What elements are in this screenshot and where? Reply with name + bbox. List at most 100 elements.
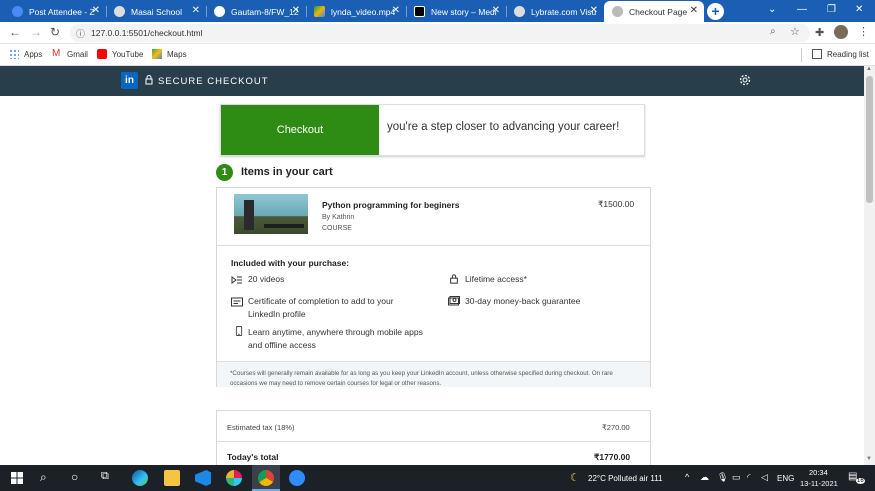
close-window-icon[interactable]: ✕: [855, 4, 863, 15]
chrome-taskbar-button[interactable]: [252, 465, 280, 491]
youtube-icon: [97, 49, 107, 59]
minimize-icon[interactable]: —: [797, 4, 807, 15]
cart-section-title: Items in your cart: [241, 166, 333, 178]
vscode-icon[interactable]: [195, 470, 211, 486]
close-tab-icon[interactable]: ✕: [492, 5, 500, 16]
tab-masai-school[interactable]: Masai School ✕: [106, 1, 206, 22]
tab-search-icon[interactable]: ⌄: [768, 4, 776, 15]
windows-start-icon[interactable]: [9, 470, 25, 486]
bookmark-maps[interactable]: Maps: [152, 49, 187, 59]
back-icon[interactable]: ←: [9, 25, 21, 39]
address-bar-row: ← → ↻ ⓘ 127.0.0.1:5501/checkout.html ⌕ ☆…: [0, 22, 875, 44]
language-indicator[interactable]: ENG: [777, 474, 794, 483]
tab-label: New story – Medi: [431, 6, 497, 17]
clock-time[interactable]: 20:34: [809, 468, 828, 477]
edge-icon[interactable]: [132, 470, 148, 486]
thumbnail-ground: [264, 224, 304, 228]
tab-checkout-page[interactable]: Checkout Page ✕: [604, 1, 704, 22]
tab-medium-new-story[interactable]: New story – Medi ✕: [406, 1, 506, 22]
github-icon: [214, 6, 225, 17]
reading-list-button[interactable]: Reading list: [812, 49, 869, 59]
scroll-up-icon[interactable]: ▲: [866, 66, 872, 72]
menu-icon[interactable]: ⋮: [858, 25, 869, 38]
terms-note-box: *Courses will generally remain available…: [217, 361, 650, 387]
globe-icon: [114, 6, 125, 17]
url-input[interactable]: ⓘ 127.0.0.1:5501/checkout.html ⌕ ☆: [70, 24, 810, 42]
zoom-icon: [12, 6, 23, 17]
moon-weather-icon[interactable]: ☾: [570, 471, 580, 484]
course-type: COURSE: [322, 225, 352, 232]
bookmark-star-icon[interactable]: ☆: [790, 25, 800, 38]
reload-icon[interactable]: ↻: [50, 25, 60, 39]
close-tab-icon[interactable]: ✕: [590, 5, 598, 16]
tab-label: Post Attendee - Z: [29, 6, 95, 17]
volume-icon[interactable]: ◁: [761, 472, 768, 483]
cortana-icon[interactable]: ○: [71, 470, 78, 484]
checkout-button[interactable]: Checkout: [221, 105, 379, 155]
tab-label: Masai School: [131, 6, 183, 17]
tab-lynda-video[interactable]: lynda_video.mp4 ✕: [306, 1, 406, 22]
course-title[interactable]: Python programming for beginers: [322, 200, 459, 210]
tab-post-attendee[interactable]: Post Attendee - Z ✕: [4, 1, 106, 22]
divider: [217, 245, 650, 246]
tax-value: ₹270.00: [602, 423, 630, 432]
restore-icon[interactable]: ❐: [827, 4, 836, 15]
tab-lybrate[interactable]: Lybrate.com Visu ✕: [506, 1, 604, 22]
info-icon[interactable]: ⓘ: [76, 27, 85, 40]
browser-tab-bar: Post Attendee - Z ✕ Masai School ✕ Gauta…: [0, 0, 875, 22]
file-explorer-icon[interactable]: [164, 470, 180, 486]
lock-icon: [450, 274, 458, 284]
extensions-icon[interactable]: ✚: [815, 26, 824, 39]
scroll-down-icon[interactable]: ▼: [866, 456, 872, 462]
new-tab-button[interactable]: +: [707, 3, 724, 20]
clock-date[interactable]: 13-11-2021: [800, 479, 838, 488]
mobile-icon: [235, 326, 243, 336]
tab-label: Checkout Page: [629, 6, 688, 17]
chrome-icon: [258, 470, 274, 486]
bookmark-label: Apps: [24, 49, 43, 59]
cart-box: Python programming for beginers By Kathr…: [216, 187, 651, 387]
close-tab-icon[interactable]: ✕: [690, 5, 698, 16]
bookmark-gmail[interactable]: M Gmail: [52, 49, 88, 59]
profile-avatar[interactable]: [834, 25, 848, 39]
wifi-icon[interactable]: ◜: [747, 472, 751, 483]
close-tab-icon[interactable]: ✕: [192, 5, 200, 16]
hero-tagline: you're a step closer to advancing your c…: [387, 121, 620, 133]
bookmark-divider: [801, 48, 802, 62]
cloud-icon[interactable]: ☁: [700, 472, 709, 483]
close-tab-icon[interactable]: ✕: [392, 5, 400, 16]
lock-icon: [145, 75, 153, 85]
linkedin-logo[interactable]: in: [121, 72, 138, 89]
zoom-search-icon[interactable]: ⌕: [770, 26, 776, 37]
microphone-icon[interactable]: 🎙: [717, 472, 728, 483]
bookmark-youtube[interactable]: YouTube: [97, 49, 143, 59]
course-thumbnail[interactable]: [234, 194, 308, 234]
close-tab-icon[interactable]: ✕: [92, 5, 100, 16]
bookmarks-bar: Apps M Gmail YouTube Maps Reading list: [0, 44, 875, 66]
included-heading: Included with your purchase:: [231, 258, 350, 268]
bookmark-label: YouTube: [112, 49, 144, 59]
slack-icon[interactable]: [226, 470, 242, 486]
forward-icon[interactable]: →: [30, 25, 42, 39]
tab-label: Lybrate.com Visu: [531, 6, 597, 17]
notification-count: 16: [856, 478, 865, 484]
page-content: in SECURE CHECKOUT Checkout you're a ste…: [0, 66, 864, 465]
feature-lifetime-access: Lifetime access*: [465, 274, 527, 284]
zoom-app-icon[interactable]: [289, 470, 305, 486]
reading-list-icon: [812, 49, 822, 59]
close-tab-icon[interactable]: ✕: [292, 5, 300, 16]
battery-icon[interactable]: ▭: [732, 472, 741, 483]
page-scrollbar[interactable]: ▲ ▼: [864, 66, 875, 465]
feature-videos: 20 videos: [248, 274, 285, 284]
task-view-icon[interactable]: ⧉: [101, 470, 109, 483]
gear-icon[interactable]: [738, 73, 752, 87]
bookmark-apps[interactable]: Apps: [9, 49, 42, 59]
tab-label: lynda_video.mp4: [331, 6, 396, 17]
weather-text[interactable]: 22°C Polluted air 111: [588, 474, 663, 483]
scrollbar-thumb[interactable]: [866, 76, 873, 203]
chevron-up-icon[interactable]: ^: [685, 472, 689, 482]
tab-github[interactable]: Gautam-8/FW_12 ✕: [206, 1, 306, 22]
course-author: By Kathrin: [322, 214, 355, 221]
search-icon[interactable]: ⌕: [40, 470, 47, 485]
apps-grid-icon: [9, 49, 19, 59]
